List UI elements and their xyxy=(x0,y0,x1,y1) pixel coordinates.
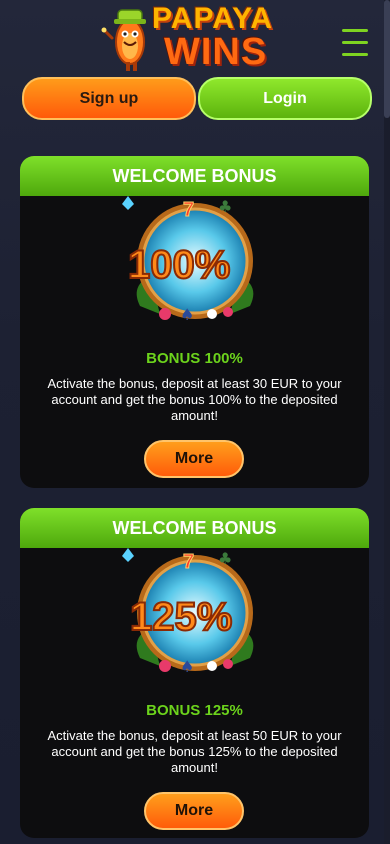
bonus-percent-graphic: 100% xyxy=(128,243,230,287)
bonus-description: Activate the bonus, deposit at least 30 … xyxy=(47,376,342,423)
svg-text:7: 7 xyxy=(183,199,194,221)
hamburger-menu-icon[interactable] xyxy=(340,27,370,59)
login-button[interactable]: Login xyxy=(198,77,372,120)
signup-button[interactable]: Sign up xyxy=(22,77,196,120)
bonus-medallion-image: 7 ♣ 100% ♠ xyxy=(122,196,254,324)
bonus-percent-graphic: 125% xyxy=(130,595,232,639)
svg-text:7: 7 xyxy=(183,551,194,573)
papaya-mascot-icon xyxy=(101,9,146,71)
svg-text:♠: ♠ xyxy=(180,657,194,676)
more-button[interactable]: More xyxy=(144,440,244,478)
more-button[interactable]: More xyxy=(144,792,244,830)
logo-text-wins: WINS xyxy=(164,31,268,73)
bonus-medallion-image: 7 ♣ 125% ♠ xyxy=(122,548,254,676)
bonus-title: BONUS 125% xyxy=(146,702,243,719)
bonus-card: WELCOME BONUS 7 ♣ 100% ♠ BONUS 100% Acti… xyxy=(20,156,369,488)
bonus-description: Activate the bonus, deposit at least 50 … xyxy=(47,728,342,775)
bonus-card: WELCOME BONUS 7 ♣ 125% ♠ BONUS 125% Acti… xyxy=(20,508,369,838)
svg-text:♣: ♣ xyxy=(218,197,232,216)
site-header: PAPAYA WINS Sign up Login xyxy=(0,0,390,135)
bonus-card-header: WELCOME BONUS xyxy=(20,156,369,196)
papaya-wins-logo[interactable]: PAPAYA WINS xyxy=(100,0,290,73)
bonus-card-header: WELCOME BONUS xyxy=(20,508,369,548)
svg-text:♣: ♣ xyxy=(218,549,232,568)
bonus-title: BONUS 100% xyxy=(146,350,243,367)
svg-text:♠: ♠ xyxy=(180,305,194,324)
